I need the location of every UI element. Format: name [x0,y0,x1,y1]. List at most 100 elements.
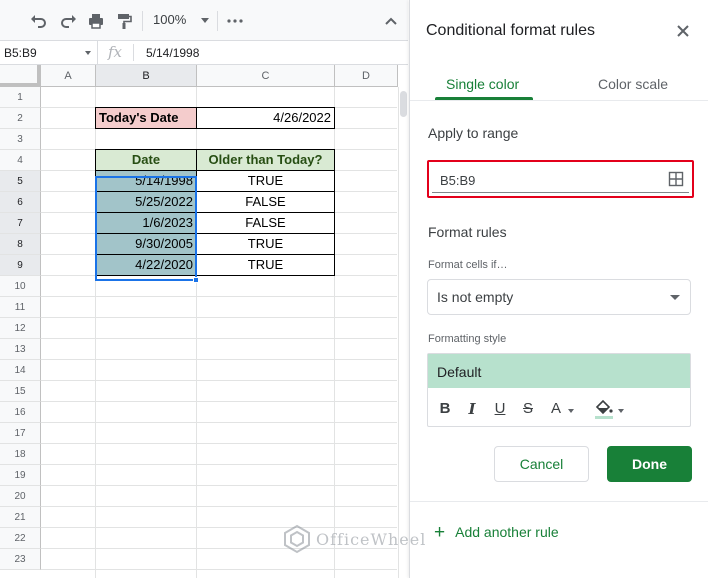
divider [410,501,708,502]
chevron-down-icon[interactable] [201,18,209,23]
condition-dropdown-value: Is not empty [437,289,514,305]
row-header[interactable]: 12 [0,318,41,339]
chevron-down-icon[interactable] [618,409,624,413]
tab-single-color[interactable]: Single color [446,76,519,92]
row-header[interactable]: 20 [0,486,41,507]
underline-button[interactable]: U [490,398,510,420]
range-input[interactable]: B5:B9 [432,165,689,193]
undo-icon[interactable] [28,10,50,32]
paint-format-icon[interactable] [113,10,135,32]
zoom-select[interactable]: 100% [153,12,186,27]
select-range-grid-icon[interactable] [668,171,684,187]
close-icon[interactable] [674,22,692,40]
cancel-button[interactable]: Cancel [494,446,589,482]
column-header-d[interactable]: D [335,65,398,87]
add-another-rule-label: Add another rule [455,524,559,540]
date-cell[interactable]: 5/25/2022 [95,191,197,213]
older-result-cell[interactable]: TRUE [196,170,335,192]
style-preview[interactable]: Default [428,354,690,388]
row-header[interactable]: 6 [0,192,41,213]
italic-button[interactable]: I [462,398,482,420]
row-header[interactable]: 23 [0,549,41,570]
redo-icon[interactable] [57,10,79,32]
older-result-cell[interactable]: TRUE [196,233,335,255]
chevron-down-icon [670,295,680,300]
formula-input[interactable]: 5/14/1998 [146,46,199,60]
todays-date-label-cell[interactable]: Today's Date [95,107,197,129]
chevron-down-icon[interactable] [85,51,91,55]
fill-handle[interactable] [193,277,199,283]
style-preview-label: Default [437,364,482,380]
print-icon[interactable] [85,10,107,32]
row-header[interactable]: 17 [0,423,41,444]
formula-divider [133,44,134,61]
range-input-value: B5:B9 [440,173,476,188]
column-header-c[interactable]: C [197,65,335,87]
row-header[interactable]: 22 [0,528,41,549]
condition-dropdown[interactable]: Is not empty [427,279,691,315]
row-header[interactable]: 5 [0,171,41,192]
name-box[interactable]: B5:B9 [0,41,98,64]
row-header[interactable]: 19 [0,465,41,486]
older-than-today-header-cell[interactable]: Older than Today? [196,149,335,171]
format-rules-label: Format rules [428,224,507,240]
toolbar-divider [142,11,143,31]
row-header[interactable]: 9 [0,255,41,276]
toolbar: 100% [0,0,408,41]
row-header[interactable]: 3 [0,129,41,150]
date-cell[interactable]: 5/14/1998 [95,170,197,192]
formatting-style-box: Default B I U S A [427,353,691,427]
plus-icon: + [434,522,446,543]
vertical-scrollbar[interactable] [398,87,408,578]
conditional-format-panel: Conditional format rules Single color Co… [409,0,708,578]
bold-button[interactable]: B [435,398,455,420]
done-button[interactable]: Done [607,446,692,482]
collapse-icon[interactable] [380,10,402,32]
older-result-cell[interactable]: FALSE [196,191,335,213]
column-header-a[interactable]: A [41,65,96,87]
fill-color-icon[interactable] [593,399,615,421]
row-header[interactable]: 11 [0,297,41,318]
strikethrough-button[interactable]: S [518,398,538,420]
chevron-down-icon[interactable] [568,409,574,413]
row-header[interactable]: 8 [0,234,41,255]
column-header-b[interactable]: B [96,65,197,87]
date-cell[interactable]: 9/30/2005 [95,233,197,255]
range-highlight: B5:B9 [427,160,694,198]
row-header[interactable]: 10 [0,276,41,297]
todays-date-value-cell[interactable]: 4/26/2022 [196,107,335,129]
date-cell[interactable]: 1/6/2023 [95,212,197,234]
add-another-rule-button[interactable]: + Add another rule [434,521,559,543]
row-header[interactable]: 16 [0,402,41,423]
row-header[interactable]: 15 [0,381,41,402]
row-header[interactable]: 21 [0,507,41,528]
row-header[interactable]: 18 [0,444,41,465]
format-cells-if-label: Format cells if… [428,259,508,271]
row-header[interactable]: 4 [0,150,41,171]
fx-icon: fx [108,43,123,61]
name-box-value: B5:B9 [4,46,37,60]
cell-grid: A B C D 1 2 3 4 5 6 7 8 9 10 11 12 13 14 15 16 17 18 19 20 2… [0,65,408,578]
toolbar-divider [217,11,218,31]
date-header-cell[interactable]: Date [95,149,197,171]
row-header[interactable]: 14 [0,360,41,381]
row-header[interactable]: 7 [0,213,41,234]
apply-to-range-label: Apply to range [428,125,519,141]
older-result-cell[interactable]: TRUE [196,254,335,276]
divider [410,100,708,101]
more-icon[interactable] [224,10,246,32]
select-all-corner[interactable] [0,65,41,87]
row-header[interactable]: 1 [0,87,41,108]
scrollbar-thumb[interactable] [400,91,407,117]
tab-color-scale[interactable]: Color scale [598,76,668,92]
app-root: 100% B5:B9 fx 5/14/1998 A B C D 12345678… [0,0,708,578]
row-header[interactable]: 13 [0,339,41,360]
row-header[interactable]: 2 [0,108,41,129]
formatting-style-label: Formatting style [428,333,507,345]
spreadsheet-area: 100% B5:B9 fx 5/14/1998 A B C D 12345678… [0,0,408,578]
older-result-cell[interactable]: FALSE [196,212,335,234]
text-color-button[interactable]: A [546,398,566,420]
date-cell[interactable]: 4/22/2020 [95,254,197,276]
formula-bar: B5:B9 fx 5/14/1998 [0,41,408,65]
panel-title: Conditional format rules [426,22,595,39]
